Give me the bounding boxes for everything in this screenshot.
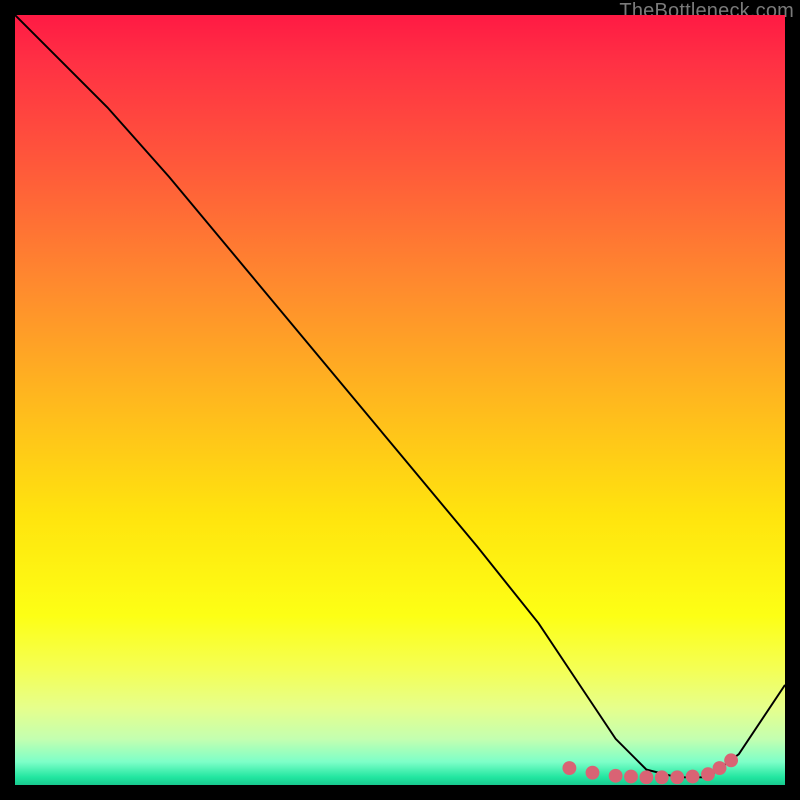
- curve-overlay: [15, 15, 785, 785]
- marker-point: [686, 770, 700, 784]
- marker-point: [724, 753, 738, 767]
- marker-group: [562, 753, 738, 784]
- bottleneck-curve: [15, 15, 785, 777]
- marker-point: [562, 761, 576, 775]
- marker-point: [609, 769, 623, 783]
- chart-stage: TheBottleneck.com: [0, 0, 800, 800]
- marker-point: [713, 761, 727, 775]
- marker-point: [586, 766, 600, 780]
- marker-point: [624, 770, 638, 784]
- marker-point: [655, 770, 669, 784]
- marker-point: [670, 770, 684, 784]
- marker-point: [639, 770, 653, 784]
- plot-area: [15, 15, 785, 785]
